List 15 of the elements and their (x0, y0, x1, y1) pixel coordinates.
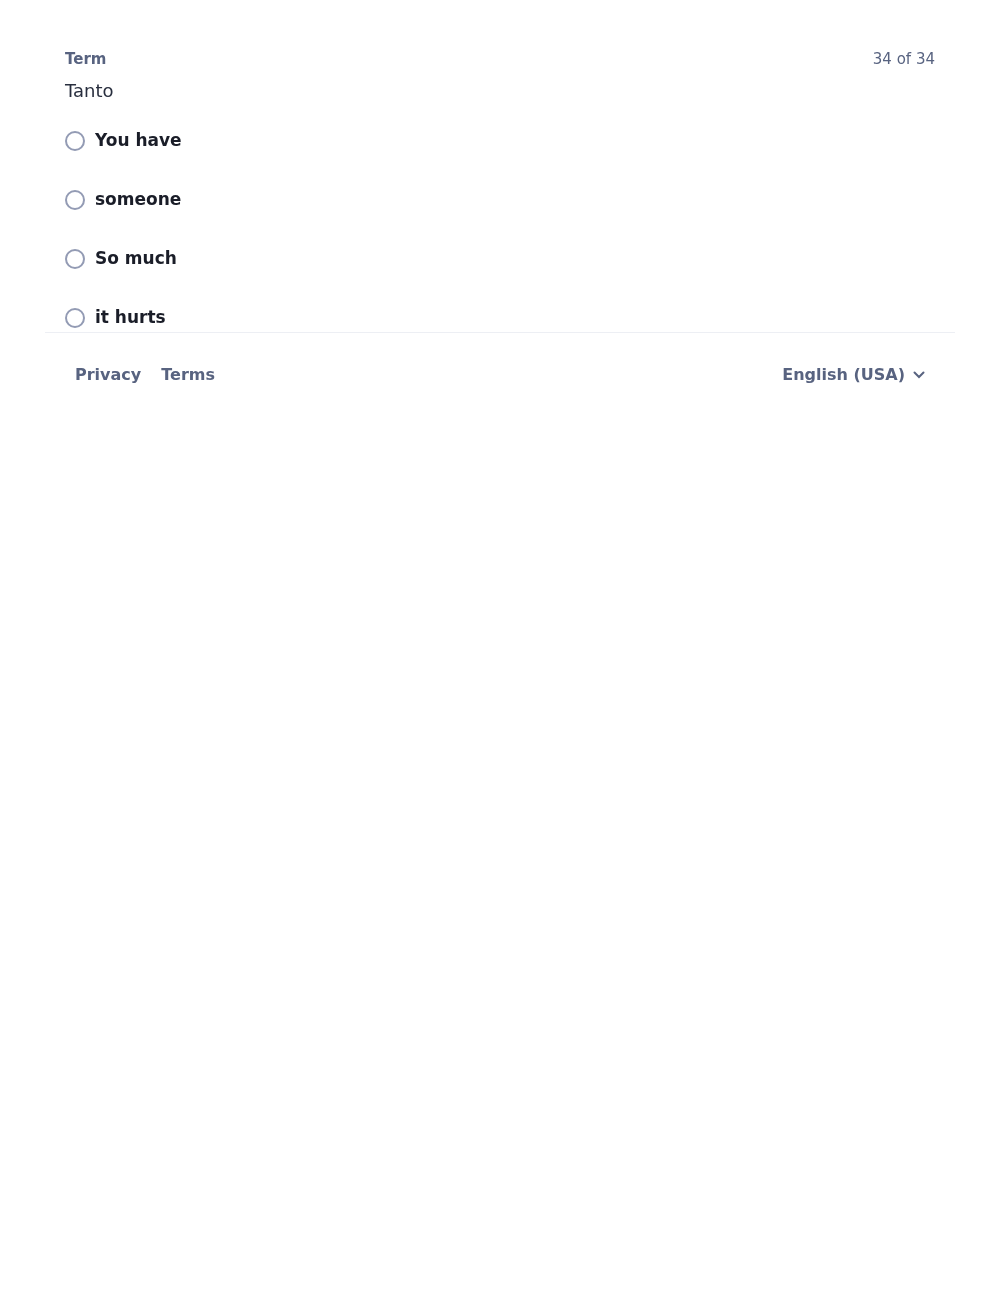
radio-button[interactable] (65, 249, 85, 269)
card-counter: 34 of 34 (872, 49, 935, 70)
chevron-down-icon (913, 371, 925, 379)
footer-link[interactable]: Privacy (75, 363, 142, 387)
answer-option[interactable]: someone (95, 187, 182, 213)
footer-link[interactable]: Terms (161, 363, 215, 387)
term-label: Term (65, 49, 107, 70)
radio-button[interactable] (65, 131, 85, 151)
term-text: Tanto (65, 78, 115, 103)
answer-option[interactable]: So much (95, 246, 177, 272)
answer-option[interactable]: it hurts (95, 305, 166, 331)
answer-option[interactable]: You have (95, 128, 182, 154)
language-dropdown[interactable]: English (USA) (782, 363, 925, 387)
radio-button[interactable] (65, 308, 85, 328)
radio-button[interactable] (65, 190, 85, 210)
